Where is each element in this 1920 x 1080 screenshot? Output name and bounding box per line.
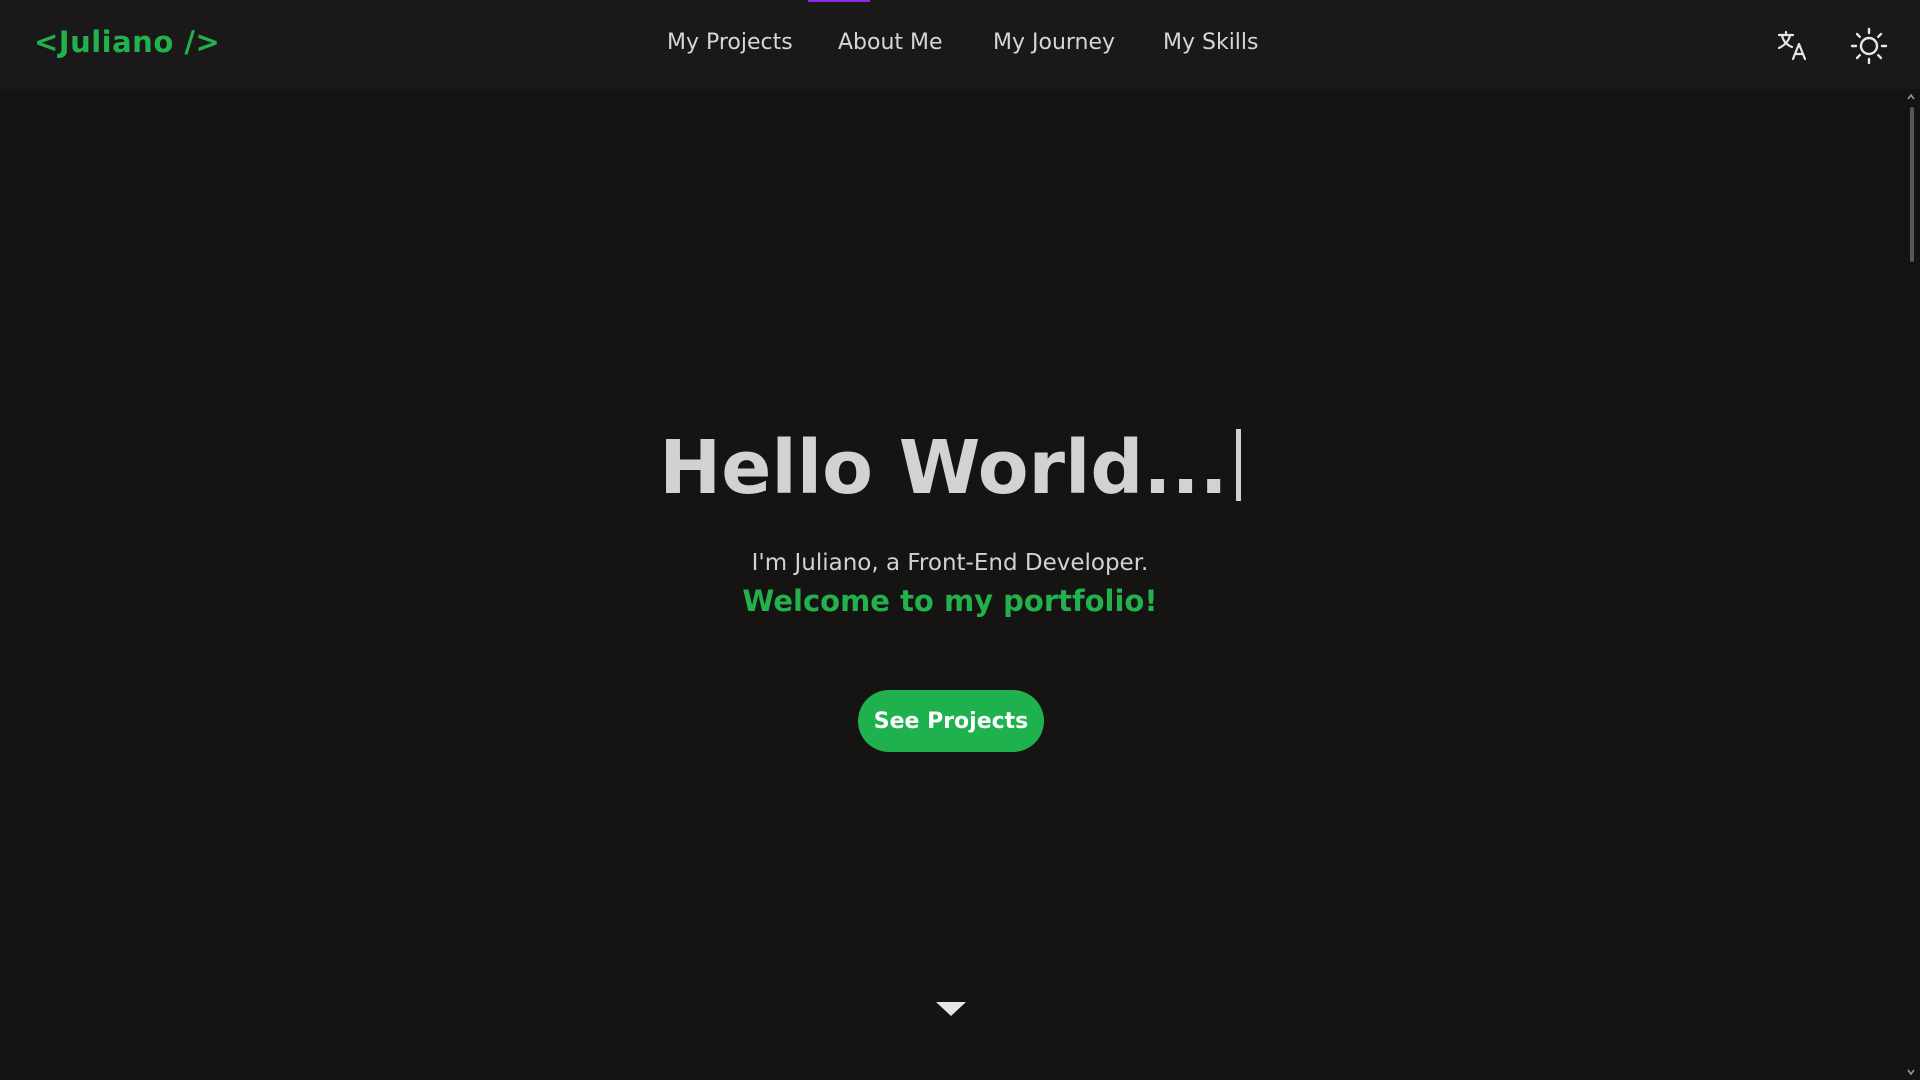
typing-caret <box>1235 429 1241 501</box>
translate-button[interactable] <box>1772 26 1812 66</box>
hero-welcome: Welcome to my portfolio! <box>742 584 1158 618</box>
scroll-down-arrow-icon[interactable] <box>1906 1068 1916 1076</box>
main-nav: My Projects About Me My Journey My Skill… <box>0 30 1920 62</box>
nav-my-projects[interactable]: My Projects <box>667 30 793 55</box>
nav-my-skills[interactable]: My Skills <box>1163 30 1259 55</box>
caret-down-icon <box>936 1002 966 1016</box>
hero-title-text: Hello World... <box>659 425 1228 511</box>
sun-icon <box>1850 27 1888 65</box>
theme-toggle-button[interactable] <box>1849 26 1889 66</box>
portfolio-page: <Juliano /> My Projects About Me My Jour… <box>0 0 1920 1080</box>
see-projects-button[interactable]: See Projects <box>858 690 1044 752</box>
nav-about-me[interactable]: About Me <box>838 30 943 55</box>
page-scrollbar[interactable] <box>1902 89 1920 1080</box>
active-nav-indicator <box>808 0 870 2</box>
scroll-down-button[interactable] <box>936 1000 966 1018</box>
translate-icon <box>1777 30 1807 61</box>
scroll-up-arrow-icon[interactable] <box>1906 93 1916 101</box>
scrollbar-thumb[interactable] <box>1910 107 1914 262</box>
hero-title: Hello World... <box>0 425 1900 511</box>
hero-subtitle: I'm Juliano, a Front-End Developer. <box>751 550 1149 576</box>
nav-my-journey[interactable]: My Journey <box>993 30 1115 55</box>
top-navbar: <Juliano /> My Projects About Me My Jour… <box>0 0 1920 89</box>
